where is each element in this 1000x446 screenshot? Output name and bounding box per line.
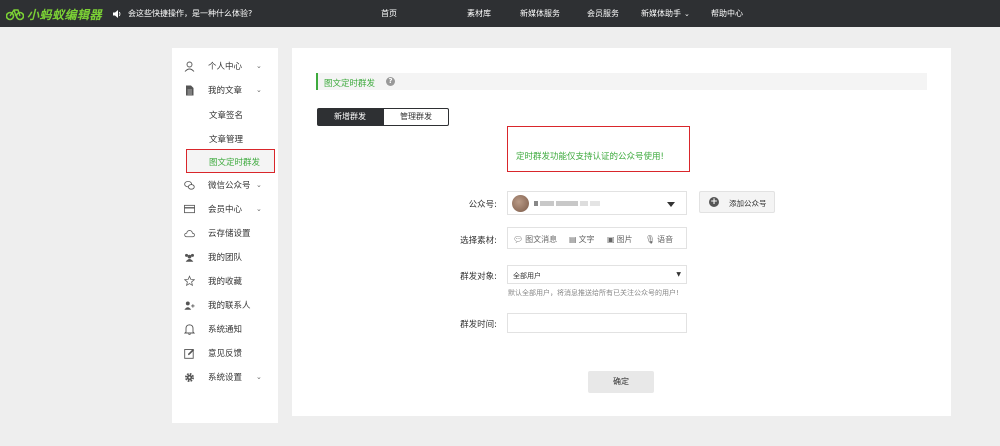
page-title: 图文定时群发	[324, 79, 376, 89]
confirm-button[interactable]: 确定	[588, 371, 654, 393]
sidebar-item-label: 我的联系人	[208, 301, 251, 311]
sidebar-subitem-scheduled-broadcast[interactable]: 图文定时群发	[186, 149, 275, 173]
nav-media-assistant[interactable]: 新媒体助手 ⌄	[641, 0, 690, 27]
wechat-icon	[184, 180, 195, 191]
dropdown-arrow-icon: ▼	[676, 271, 681, 278]
nav-home[interactable]: 首页	[381, 0, 397, 27]
sidebar-item-label: 我的文章	[208, 86, 243, 96]
add-account-button[interactable]: + 添加公众号	[699, 191, 775, 213]
bell-icon	[184, 324, 195, 335]
sidebar-item-label: 我的团队	[208, 253, 243, 263]
page-title-bar: 图文定时群发 ?	[316, 73, 927, 90]
sidebar-item-favorites[interactable]: 我的收藏	[172, 270, 278, 292]
nav-materials[interactable]: 素材库	[467, 0, 491, 27]
sidebar-item-label: 系统设置	[208, 373, 243, 383]
logo[interactable]: 小蚂蚁编辑器	[6, 5, 102, 23]
chevron-down-icon: ⌄	[256, 205, 262, 213]
sidebar-item-personal-center[interactable]: 个人中心 ⌄	[172, 55, 278, 77]
tab-manage-broadcast[interactable]: 管理群发	[383, 108, 449, 126]
account-label: 公众号:	[468, 200, 497, 210]
help-icon[interactable]: ?	[386, 77, 395, 86]
logo-text: 小蚂蚁编辑器	[27, 7, 103, 22]
chevron-down-icon: ⌄	[256, 181, 262, 189]
sidebar-item-cloud-storage[interactable]: 云存储设置	[172, 222, 278, 244]
material-option-label: 图文消息	[525, 235, 558, 244]
sidebar-item-feedback[interactable]: 意见反馈	[172, 342, 278, 364]
text-icon: ▤	[569, 235, 577, 244]
time-input[interactable]	[507, 313, 687, 333]
user-icon	[184, 61, 195, 72]
sidebar-item-my-team[interactable]: 我的团队	[172, 246, 278, 268]
nav-member-services[interactable]: 会员服务	[587, 0, 619, 27]
nav-help-center[interactable]: 帮助中心	[711, 0, 743, 27]
target-label: 群发对象:	[460, 272, 497, 282]
plus-icon: +	[709, 197, 719, 207]
nav-media-services[interactable]: 新媒体服务	[520, 0, 560, 27]
chevron-down-icon: ⌄	[256, 373, 262, 381]
image-icon: ▣	[607, 235, 615, 244]
team-icon	[184, 252, 195, 263]
target-hint: 默认全部用户，将消息推送给所有已关注公众号的用户!	[508, 289, 679, 297]
nav-media-assistant-label: 新媒体助手	[641, 9, 681, 18]
sidebar-subitem-article-signature[interactable]: 文章签名	[172, 103, 278, 125]
sidebar-item-notifications[interactable]: 系统通知	[172, 318, 278, 340]
sidebar-item-label: 意见反馈	[208, 349, 243, 359]
target-select-value: 全部用户	[513, 272, 541, 280]
sidebar-item-label: 云存储设置	[208, 229, 251, 239]
sidebar-item-label: 我的收藏	[208, 277, 243, 287]
speaker-icon	[113, 9, 121, 18]
avatar	[512, 195, 529, 212]
chat-icon: 💬︎	[513, 235, 524, 244]
edit-icon	[184, 348, 195, 359]
chevron-down-icon: ⌄	[256, 62, 262, 70]
time-label: 群发时间:	[460, 320, 497, 330]
account-select[interactable]	[507, 191, 687, 215]
card-icon	[184, 204, 195, 215]
material-label: 选择素材:	[460, 236, 497, 246]
top-navbar: 小蚂蚁编辑器 会这些快捷操作，是一种什么体验? 首页 素材库 新媒体服务 会员服…	[0, 0, 1000, 27]
sidebar-item-label: 文章管理	[209, 135, 244, 145]
material-option-label: 语音	[657, 235, 674, 244]
material-option-text[interactable]: ▤ 文字	[569, 234, 595, 245]
add-contact-icon	[184, 300, 195, 311]
alert-box: 定时群发功能仅支持认证的公众号使用!	[507, 126, 690, 172]
target-select[interactable]: 全部用户 ▼	[507, 265, 687, 284]
cloud-icon	[184, 228, 195, 239]
sidebar-item-label: 个人中心	[208, 62, 243, 72]
sidebar-subitem-article-management[interactable]: 文章管理	[172, 127, 278, 149]
sidebar-item-contacts[interactable]: 我的联系人	[172, 294, 278, 316]
material-option-label: 文字	[578, 235, 595, 244]
bike-logo-icon	[6, 9, 24, 21]
material-selector: 💬︎ 图文消息 ▤ 文字 ▣ 图片 🎙︎ 语音	[507, 227, 687, 249]
document-icon	[184, 85, 195, 96]
material-option-image[interactable]: ▣ 图片	[607, 234, 633, 245]
material-option-label: 图片	[616, 235, 633, 244]
tab-group: 新增群发 管理群发	[317, 108, 449, 126]
tab-new-broadcast[interactable]: 新增群发	[317, 108, 383, 126]
material-option-news[interactable]: 💬︎ 图文消息	[513, 234, 557, 245]
notice-text: 会这些快捷操作，是一种什么体验?	[128, 9, 253, 18]
sidebar-item-label: 微信公众号	[208, 181, 251, 191]
chevron-down-icon: ⌄	[256, 86, 262, 94]
sidebar-item-wechat-accounts[interactable]: 微信公众号 ⌄	[172, 174, 278, 196]
sidebar: 个人中心 ⌄ 我的文章 ⌄ 文章签名 文章管理 图文定时群发 微信公众号 ⌄ 会…	[172, 48, 278, 423]
sidebar-item-label: 系统通知	[208, 325, 243, 335]
sidebar-item-my-articles[interactable]: 我的文章 ⌄	[172, 79, 278, 101]
account-name-redacted	[534, 199, 614, 207]
material-option-voice[interactable]: 🎙︎ 语音	[645, 234, 673, 245]
sidebar-item-member-center[interactable]: 会员中心 ⌄	[172, 198, 278, 220]
main-panel: 图文定时群发 ? 新增群发 管理群发 定时群发功能仅支持认证的公众号使用! 公众…	[292, 48, 951, 416]
gear-icon	[184, 372, 195, 383]
alert-message: 定时群发功能仅支持认证的公众号使用!	[516, 152, 664, 162]
notice-bar[interactable]: 会这些快捷操作，是一种什么体验?	[112, 8, 252, 19]
caret-down-icon	[667, 202, 675, 207]
mic-icon: 🎙︎	[645, 235, 656, 244]
chevron-down-icon: ⌄	[684, 10, 690, 18]
add-account-label: 添加公众号	[729, 199, 767, 208]
sidebar-item-label: 图文定时群发	[209, 158, 261, 168]
star-icon	[184, 275, 195, 287]
sidebar-item-system-settings[interactable]: 系统设置 ⌄	[172, 366, 278, 388]
sidebar-item-label: 会员中心	[208, 205, 243, 215]
sidebar-item-label: 文章签名	[209, 111, 244, 121]
